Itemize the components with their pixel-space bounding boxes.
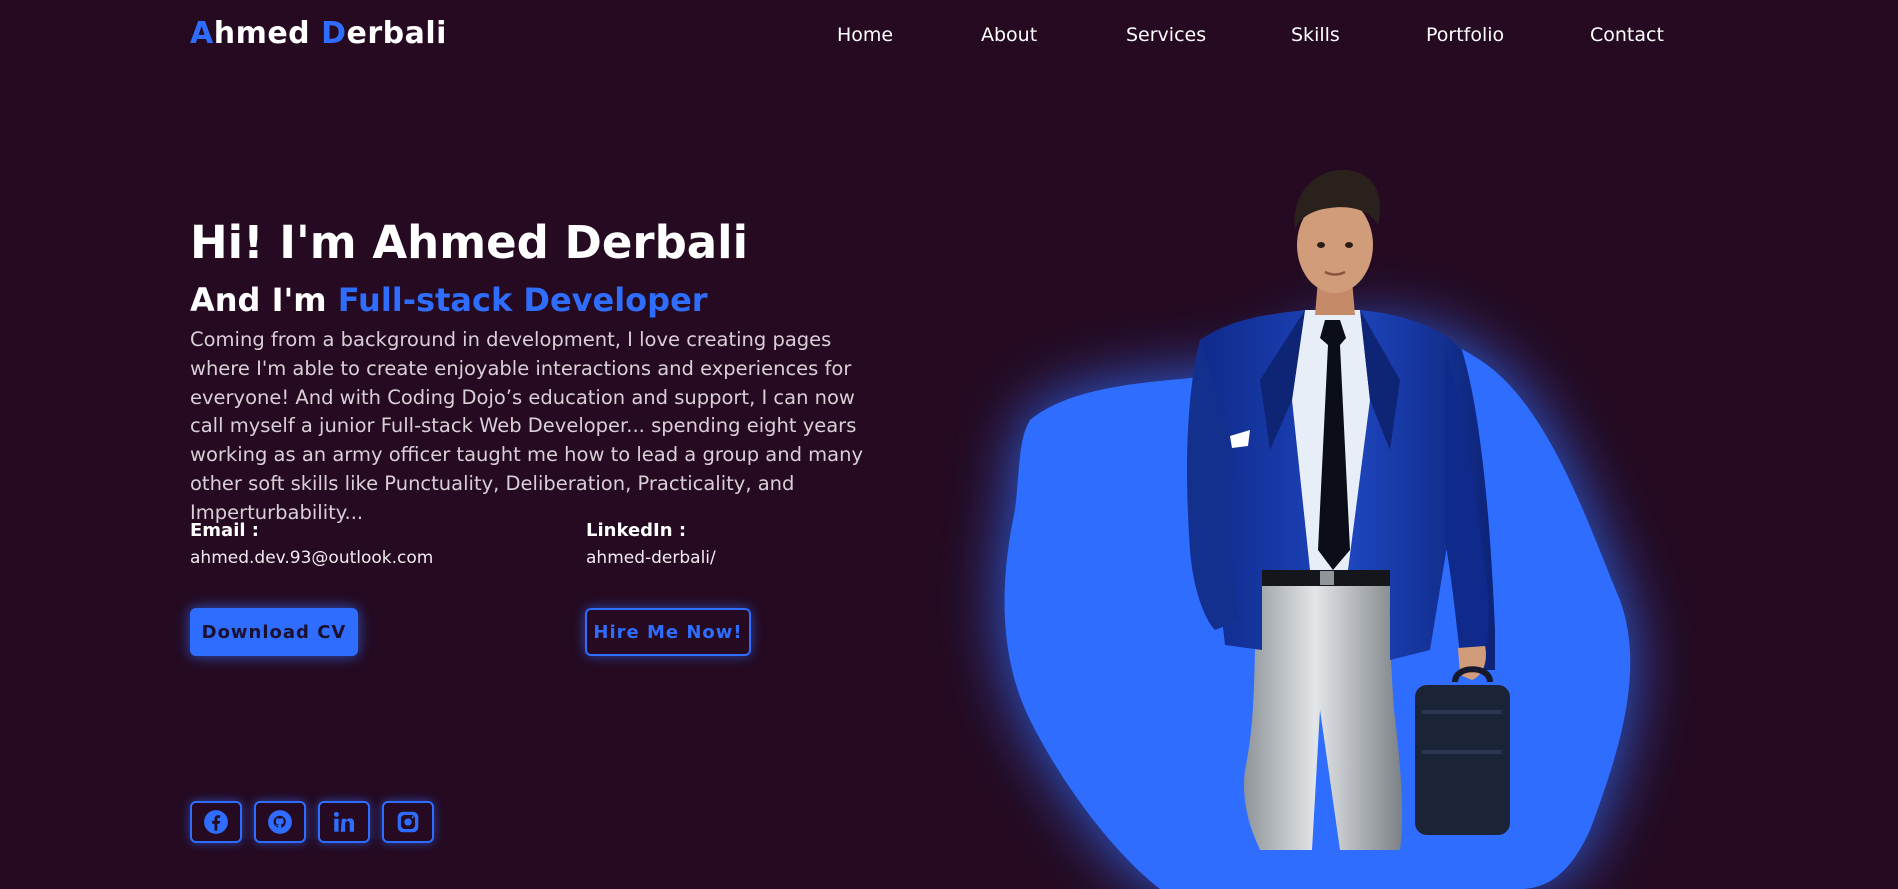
linkedin-label: LinkedIn : <box>586 520 687 541</box>
instagram-link[interactable] <box>382 801 434 843</box>
facebook-link[interactable] <box>190 801 242 843</box>
linkedin-icon <box>333 811 355 832</box>
subtitle-role: Full-stack Developer <box>337 281 708 319</box>
linkedin-value[interactable]: ahmed-derbali/ <box>586 548 716 568</box>
github-link[interactable] <box>254 801 306 843</box>
email-value[interactable]: ahmed.dev.93@outlook.com <box>190 548 433 568</box>
nav-item-home[interactable]: Home <box>837 24 893 46</box>
github-icon <box>268 810 292 834</box>
hero-title: Hi! I'm Ahmed Derbali <box>190 216 748 269</box>
nav-item-portfolio[interactable]: Portfolio <box>1426 24 1504 46</box>
hero-intro: Coming from a background in development,… <box>190 328 864 524</box>
download-cv-button[interactable]: Download CV <box>190 608 358 656</box>
nav-item-contact[interactable]: Contact <box>1590 24 1664 46</box>
nav-item-skills[interactable]: Skills <box>1291 24 1340 46</box>
hire-me-button[interactable]: Hire Me Now! <box>585 608 751 656</box>
main-nav: Home About Services Skills Portfolio Con… <box>0 24 1898 50</box>
facebook-icon <box>204 810 228 834</box>
hero-portrait <box>1004 169 1631 889</box>
subtitle-prefix: And I'm <box>190 281 327 319</box>
email-label: Email : <box>190 520 260 541</box>
linkedin-link[interactable] <box>318 801 370 843</box>
nav-item-about[interactable]: About <box>981 24 1037 46</box>
instagram-icon <box>397 811 419 833</box>
nav-item-services[interactable]: Services <box>1126 24 1206 46</box>
hero-subtitle: And I'm Full-stack Developer <box>190 281 708 319</box>
